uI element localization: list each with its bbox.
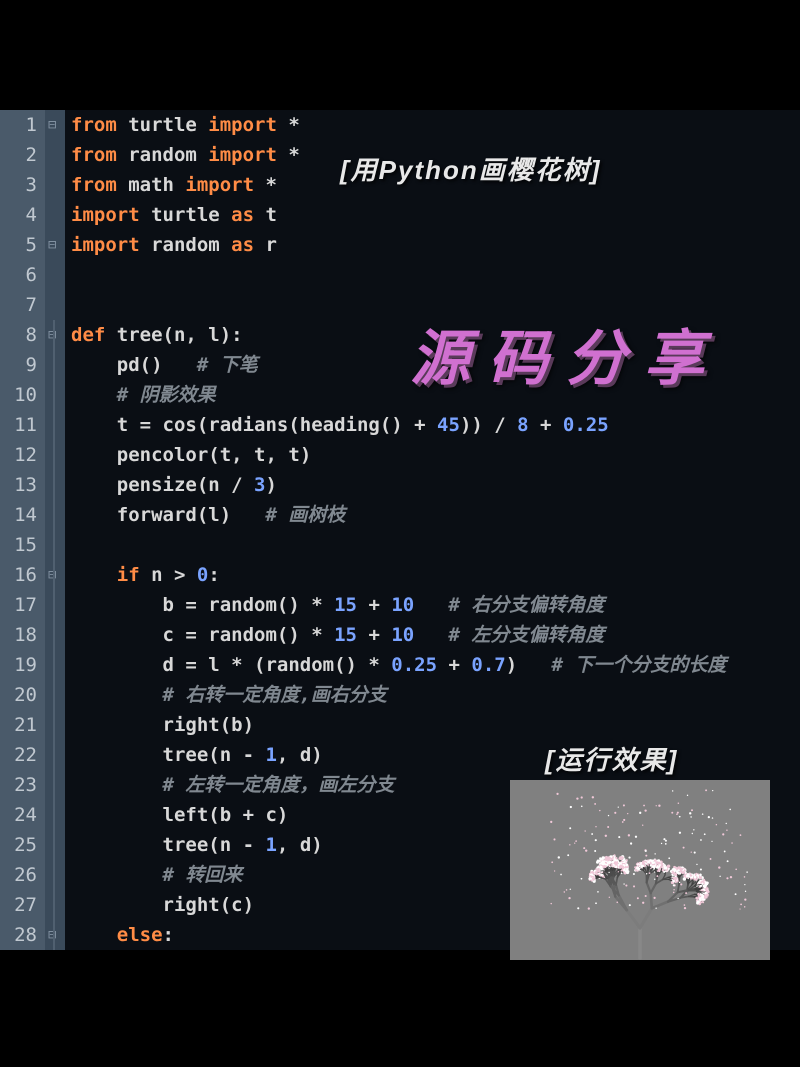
code-line: from turtle import * [71, 110, 800, 140]
code-line: tree(n - 1, d) [71, 740, 800, 770]
line-number: 12 [0, 440, 37, 470]
line-number: 8 [0, 320, 37, 350]
line-number: 11 [0, 410, 37, 440]
line-number: 25 [0, 830, 37, 860]
line-number: 6 [0, 260, 37, 290]
code-line: # 右转一定角度,画右分支 [71, 680, 800, 710]
code-line: pensize(n / 3) [71, 470, 800, 500]
line-number-gutter: 1234567891011121314151617181920212223242… [0, 110, 45, 950]
code-line: d = l * (random() * 0.25 + 0.7) # 下一个分支的… [71, 650, 800, 680]
code-line: forward(l) # 画树枝 [71, 500, 800, 530]
line-number: 19 [0, 650, 37, 680]
line-number: 21 [0, 710, 37, 740]
code-line: b = random() * 15 + 10 # 右分支偏转角度 [71, 590, 800, 620]
line-number: 28 [0, 920, 37, 950]
title-overlay: [用Python画樱花树] [340, 150, 601, 187]
line-number: 16 [0, 560, 37, 590]
line-number: 26 [0, 860, 37, 890]
code-line: import random as r [71, 230, 800, 260]
code-line: if n > 0: [71, 560, 800, 590]
code-line: right(b) [71, 710, 800, 740]
line-number: 9 [0, 350, 37, 380]
line-number: 15 [0, 530, 37, 560]
line-number: 1 [0, 110, 37, 140]
code-line: c = random() * 15 + 10 # 左分支偏转角度 [71, 620, 800, 650]
share-title-overlay: 源码分享 [410, 310, 722, 397]
line-number: 5 [0, 230, 37, 260]
line-number: 10 [0, 380, 37, 410]
code-line [71, 260, 800, 290]
line-number: 13 [0, 470, 37, 500]
output-preview [510, 780, 770, 960]
code-line: pencolor(t, t, t) [71, 440, 800, 470]
line-number: 27 [0, 890, 37, 920]
line-number: 20 [0, 680, 37, 710]
line-number: 14 [0, 500, 37, 530]
line-number: 7 [0, 290, 37, 320]
fold-column: ⊟⊟⊟⊟⊟ [45, 110, 65, 950]
line-number: 23 [0, 770, 37, 800]
cherry-tree-icon [510, 780, 770, 960]
code-line [71, 530, 800, 560]
run-result-label: [运行效果] [545, 740, 678, 777]
fold-marker[interactable]: ⊟ [48, 239, 60, 251]
line-number: 3 [0, 170, 37, 200]
line-number: 17 [0, 590, 37, 620]
line-number: 18 [0, 620, 37, 650]
code-line: t = cos(radians(heading() + 45)) / 8 + 0… [71, 410, 800, 440]
fold-marker[interactable]: ⊟ [48, 119, 60, 131]
line-number: 2 [0, 140, 37, 170]
line-number: 4 [0, 200, 37, 230]
line-number: 22 [0, 740, 37, 770]
code-line: import turtle as t [71, 200, 800, 230]
line-number: 24 [0, 800, 37, 830]
